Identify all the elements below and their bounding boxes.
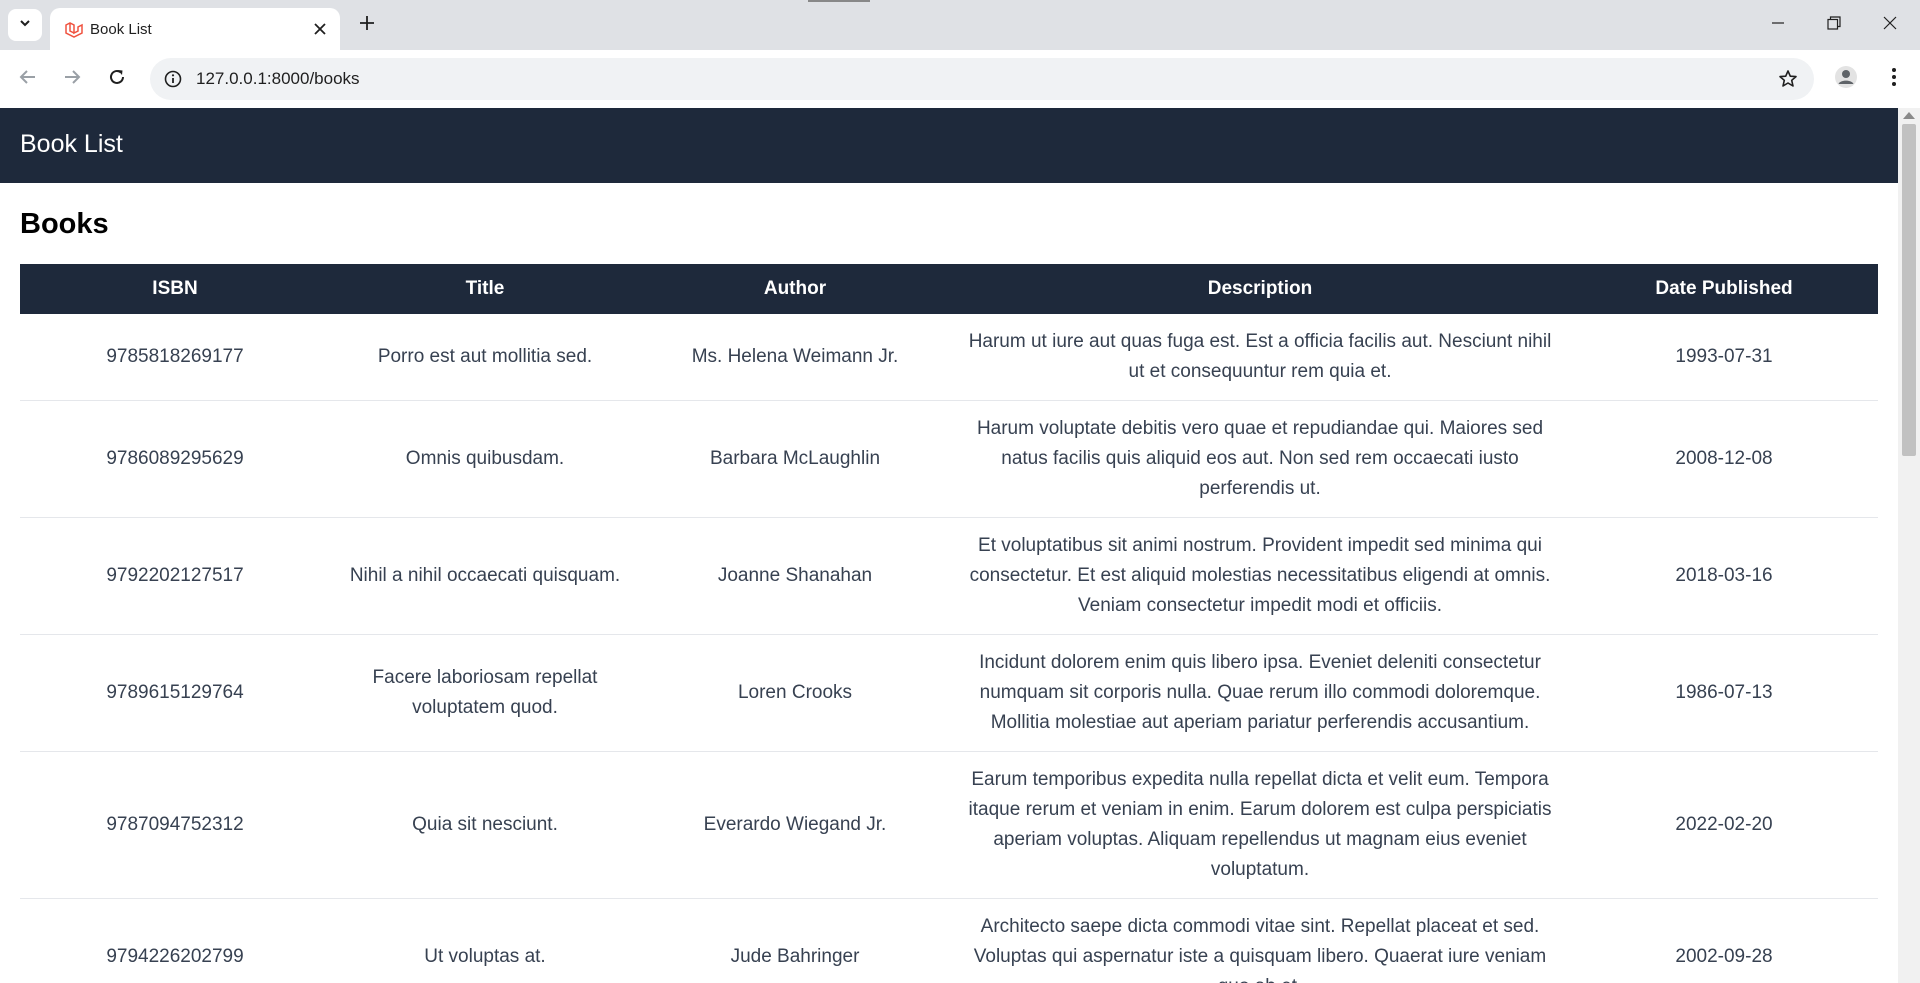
cell-author: Ms. Helena Weimann Jr. [640, 314, 950, 401]
more-vertical-icon [1891, 67, 1897, 92]
address-bar[interactable]: 127.0.0.1:8000/books [150, 58, 1814, 100]
cell-title: Ut voluptas at. [330, 898, 640, 983]
table-header-row: ISBN Title Author Description Date Publi… [20, 264, 1878, 314]
cell-author: Jude Bahringer [640, 898, 950, 983]
minimize-button[interactable] [1750, 0, 1806, 50]
cell-isbn: 9786089295629 [20, 400, 330, 518]
page-viewport: Book List Books ISBN Title Author Descri… [0, 108, 1920, 983]
profile-avatar-icon [1834, 65, 1858, 94]
profile-button[interactable] [1830, 63, 1862, 95]
table-row: 9794226202799 Ut voluptas at. Jude Bahri… [20, 898, 1878, 983]
scrollbar-thumb[interactable] [1902, 124, 1916, 456]
cell-description: Architecto saepe dicta commodi vitae sin… [950, 898, 1570, 983]
table-row: 9789615129764 Facere laboriosam repellat… [20, 634, 1878, 752]
arrow-right-icon [63, 68, 81, 91]
header-title: Title [330, 264, 640, 314]
table-row: 9787094752312 Quia sit nesciunt. Everard… [20, 751, 1878, 899]
restore-icon [1827, 15, 1841, 35]
tab-search-button[interactable] [8, 9, 42, 41]
cell-date: 1986-07-13 [1570, 634, 1878, 752]
browser-tabstrip: Book List [0, 0, 1920, 50]
reload-button[interactable] [101, 63, 133, 95]
cell-title: Porro est aut mollitia sed. [330, 314, 640, 401]
table-row: 9786089295629 Omnis quibusdam. Barbara M… [20, 400, 1878, 518]
cell-isbn: 9785818269177 [20, 314, 330, 401]
cell-isbn: 9787094752312 [20, 751, 330, 899]
page-scrollbar[interactable] [1898, 108, 1920, 983]
cell-description: Harum voluptate debitis vero quae et rep… [950, 400, 1570, 518]
restore-button[interactable] [1806, 0, 1862, 50]
arrow-left-icon [19, 68, 37, 91]
reload-icon [108, 68, 126, 91]
browser-tab-active[interactable]: Book List [50, 8, 340, 50]
cell-title: Facere laboriosam repellat voluptatem qu… [330, 634, 640, 752]
cell-date: 2002-09-28 [1570, 898, 1878, 983]
cell-title: Quia sit nesciunt. [330, 751, 640, 899]
navbar-brand[interactable]: Book List [20, 130, 123, 159]
page-heading: Books [20, 208, 109, 240]
cell-author: Everardo Wiegand Jr. [640, 751, 950, 899]
plus-icon [359, 15, 375, 36]
tab-title: Book List [90, 21, 152, 38]
url-text[interactable]: 127.0.0.1:8000/books [196, 69, 360, 89]
header-isbn: ISBN [20, 264, 330, 314]
tab-hover-indicator [808, 0, 870, 2]
browser-menu-button[interactable] [1878, 63, 1910, 95]
cell-author: Joanne Shanahan [640, 517, 950, 635]
books-table: ISBN Title Author Description Date Publi… [20, 264, 1878, 983]
cell-date: 2008-12-08 [1570, 400, 1878, 518]
header-description: Description [950, 264, 1570, 314]
close-window-button[interactable] [1862, 0, 1918, 50]
table-row: 9792202127517 Nihil a nihil occaecati qu… [20, 517, 1878, 635]
new-tab-button[interactable] [352, 10, 382, 40]
header-author: Author [640, 264, 950, 314]
browser-toolbar: 127.0.0.1:8000/books [0, 50, 1920, 108]
cell-author: Barbara McLaughlin [640, 400, 950, 518]
close-tab-icon[interactable] [308, 17, 332, 41]
cell-description: Et voluptatibus sit animi nostrum. Provi… [950, 517, 1570, 635]
cell-isbn: 9789615129764 [20, 634, 330, 752]
cell-isbn: 9794226202799 [20, 898, 330, 983]
bookmark-star-icon[interactable] [1776, 67, 1800, 91]
laravel-favicon-icon [64, 20, 84, 40]
site-navbar: Book List [0, 108, 1898, 183]
cell-date: 2018-03-16 [1570, 517, 1878, 635]
cell-isbn: 9792202127517 [20, 517, 330, 635]
cell-title: Omnis quibusdam. [330, 400, 640, 518]
minimize-icon [1771, 16, 1785, 35]
table-row: 9785818269177 Porro est aut mollitia sed… [20, 314, 1878, 401]
forward-button[interactable] [56, 63, 88, 95]
cell-description: Incidunt dolorem enim quis libero ipsa. … [950, 634, 1570, 752]
close-icon [1883, 16, 1897, 35]
cell-title: Nihil a nihil occaecati quisquam. [330, 517, 640, 635]
cell-author: Loren Crooks [640, 634, 950, 752]
chevron-down-icon [18, 16, 32, 35]
scroll-up-arrow-icon[interactable] [1903, 112, 1915, 119]
cell-date: 2022-02-20 [1570, 751, 1878, 899]
cell-description: Earum temporibus expedita nulla repellat… [950, 751, 1570, 899]
cell-date: 1993-07-31 [1570, 314, 1878, 401]
back-button[interactable] [12, 63, 44, 95]
site-info-icon[interactable] [160, 66, 186, 92]
header-date-published: Date Published [1570, 264, 1878, 314]
cell-description: Harum ut iure aut quas fuga est. Est a o… [950, 314, 1570, 401]
